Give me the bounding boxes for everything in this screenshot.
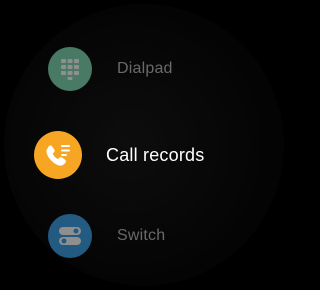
menu-item-label: Switch xyxy=(117,227,166,244)
call-records-icon xyxy=(34,131,82,179)
menu-item-call-records[interactable]: Call records xyxy=(34,127,204,183)
menu-item-label: Call records xyxy=(106,144,205,165)
dialpad-icon xyxy=(48,47,92,91)
switch-icon xyxy=(48,214,92,258)
menu-item-switch[interactable]: Switch xyxy=(48,208,165,264)
menu-item-label: Dialpad xyxy=(117,60,173,77)
menu-item-dialpad[interactable]: Dialpad xyxy=(48,41,173,97)
watch-screen: Dialpad Call records Switch xyxy=(0,0,288,290)
